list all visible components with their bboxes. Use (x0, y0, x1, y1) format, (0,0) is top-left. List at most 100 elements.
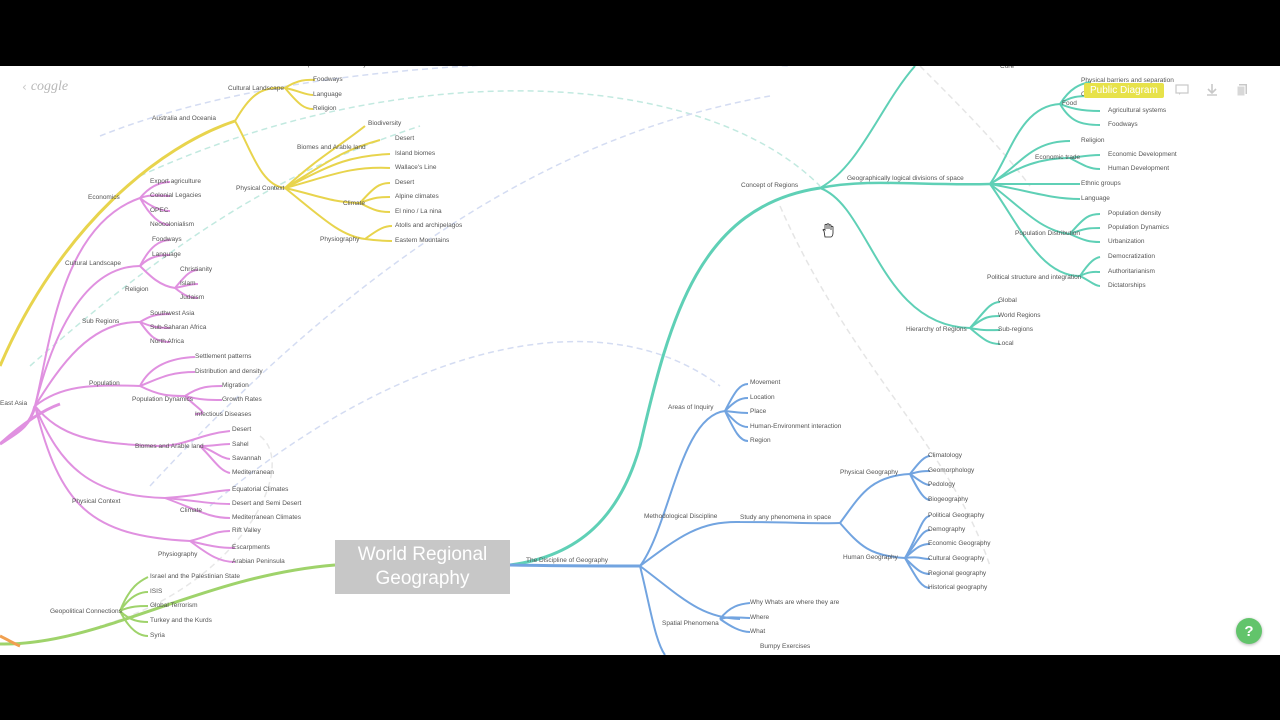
pink-node-label[interactable]: Judaism (180, 294, 204, 301)
blue-node-label[interactable]: Geomorphology (928, 467, 975, 474)
blue-node-label[interactable]: Physical Geography (840, 469, 899, 476)
mindmap-graph[interactable]: Australia and Oceania Cultural Landscape F… (0, 66, 1280, 655)
public-diagram-badge[interactable]: Public Diagram (1084, 83, 1164, 98)
pink-node-label[interactable]: Christianity (180, 266, 213, 273)
blue-node-label[interactable]: Regional geography (928, 570, 987, 577)
yellow-node-label[interactable]: Physiography (320, 236, 360, 243)
blue-node-label[interactable]: Climatology (928, 452, 963, 459)
pink-node-label[interactable]: Biomes and Arable land (135, 443, 204, 450)
comment-icon[interactable] (1173, 81, 1191, 99)
blue-node-label[interactable]: Study any phenomena in space (740, 514, 831, 521)
yellow-node-label[interactable]: Atolls and archipelagos (395, 222, 463, 229)
pink-node-label[interactable]: Sub Regions (82, 318, 120, 325)
pink-node-label[interactable]: Mediterranean (232, 469, 274, 476)
pink-node-label[interactable]: Savannah (232, 455, 262, 462)
blue-node-label[interactable]: Spatial Phenomena (662, 620, 719, 627)
teal-node-label[interactable]: Population density (1108, 210, 1162, 217)
green-node-label[interactable]: Israel and the Palestinian State (150, 573, 240, 580)
pink-node-label[interactable]: Foodways (152, 236, 182, 243)
yellow-node-label[interactable]: Foodways (313, 76, 343, 83)
pink-node-label[interactable]: Colonial Legacies (150, 192, 202, 199)
teal-node-label[interactable]: Democratization (1108, 253, 1155, 260)
yellow-node-label[interactable]: Island biomes (395, 150, 436, 157)
teal-node-label[interactable]: Local (998, 340, 1014, 347)
teal-node-label[interactable]: Urbanization (1108, 238, 1145, 245)
teal-node-label[interactable]: Religion (1081, 137, 1105, 144)
pink-node-label[interactable]: Religion (125, 286, 149, 293)
pink-node-label[interactable]: Islam (180, 280, 196, 287)
blue-node-label[interactable]: Bumpy Exercises (760, 643, 811, 650)
pink-node-label[interactable]: Mediterranean Climates (232, 514, 302, 521)
pink-node-label[interactable]: Population Dynamics (132, 396, 194, 403)
teal-node-label[interactable]: The Discipline of Geography (526, 557, 609, 564)
yellow-node-label[interactable]: Desert (395, 179, 414, 186)
help-button[interactable]: ? (1236, 618, 1262, 644)
copy-icon[interactable] (1233, 81, 1251, 99)
teal-node-label[interactable]: Concept of Regions (741, 182, 799, 189)
pink-node-label[interactable]: Export agriculture (150, 178, 201, 185)
yellow-node-label[interactable]: Export and Biodiversity (300, 66, 367, 68)
teal-node-label[interactable]: Population Distribution (1015, 230, 1080, 237)
teal-node-label[interactable]: Foodways (1108, 121, 1138, 128)
pink-node-label[interactable]: Escarpments (232, 544, 271, 551)
pink-node-label[interactable]: Sub-Saharan Africa (150, 324, 207, 331)
teal-node-label[interactable]: Economic Development (1108, 151, 1177, 158)
green-node-label[interactable]: Syria (150, 632, 165, 639)
download-icon[interactable] (1203, 81, 1221, 99)
pink-node-label[interactable]: Population (89, 380, 120, 387)
pink-node-label[interactable]: Physiography (158, 551, 198, 558)
blue-node-label[interactable]: Human-Environment interaction (750, 423, 842, 430)
back-chevron-icon[interactable]: ‹ (22, 80, 27, 94)
blue-node-label[interactable]: Region (750, 437, 771, 444)
blue-node-label[interactable]: Cultural Geography (928, 555, 985, 562)
pink-node-label[interactable]: Neocolonialism (150, 221, 194, 228)
blue-node-label[interactable]: Methodological Discipline (644, 513, 718, 520)
yellow-node-label[interactable]: Cultural Landscape (228, 85, 284, 92)
yellow-node-label[interactable]: Biodiversity (368, 120, 402, 127)
teal-node-label[interactable]: Food (1062, 100, 1077, 107)
pink-node-label[interactable]: Climate (180, 507, 202, 514)
yellow-node-label[interactable]: Physical Context (236, 185, 285, 192)
pink-node-label[interactable]: Arabian Peninsula (232, 558, 285, 565)
teal-node-label[interactable]: Hierarchy of Regions (906, 326, 967, 333)
teal-node-label[interactable]: Dictatorships (1108, 282, 1146, 289)
green-node-label[interactable]: Geopolitical Connections (50, 608, 123, 615)
pink-node-label[interactable]: Desert and Semi Desert (232, 500, 302, 507)
pink-node-label[interactable]: Desert (232, 426, 251, 433)
blue-node-label[interactable]: Place (750, 408, 767, 415)
pink-node-label[interactable]: Rift Valley (232, 527, 262, 534)
green-node-label[interactable]: Turkey and the Kurds (150, 617, 213, 624)
pink-node-label[interactable]: Physical Context (72, 498, 121, 505)
teal-node-label[interactable]: Geographically logical divisions of spac… (847, 175, 964, 182)
pink-node-label[interactable]: Infectious Diseases (195, 411, 252, 418)
pink-node-label[interactable]: Language (152, 251, 181, 258)
yellow-node-label[interactable]: Alpine climates (395, 193, 439, 200)
teal-node-label[interactable]: Population Dynamics (1108, 224, 1170, 231)
blue-node-label[interactable]: Where (750, 614, 770, 621)
teal-node-label[interactable]: Ethnic groups (1081, 180, 1121, 187)
pink-node-label[interactable]: OPEC (150, 207, 169, 214)
pink-node-label[interactable]: East Asia (0, 400, 27, 407)
blue-node-label[interactable]: Why Whats are where they are (750, 599, 840, 606)
teal-node-label[interactable]: Human Development (1108, 165, 1169, 172)
pink-node-label[interactable]: North Africa (150, 338, 184, 345)
yellow-node-label[interactable]: Religion (313, 105, 337, 112)
teal-node-label[interactable]: Global (998, 297, 1017, 304)
blue-node-label[interactable]: Pedology (928, 481, 956, 488)
yellow-node-label[interactable]: Language (313, 91, 342, 98)
blue-node-label[interactable]: What (750, 628, 765, 635)
green-node-label[interactable]: Global Terrorism (150, 602, 198, 609)
pink-node-label[interactable]: Sahel (232, 441, 249, 448)
blue-node-label[interactable]: Areas of Inquiry (668, 404, 714, 411)
yellow-node-label[interactable]: Climate (343, 200, 365, 207)
blue-node-label[interactable]: Biogeography (928, 496, 969, 503)
teal-node-label[interactable]: Core (1000, 66, 1014, 70)
pink-node-label[interactable]: Economics (88, 194, 121, 201)
yellow-node-label[interactable]: Wallace's Line (395, 164, 437, 171)
teal-node-label[interactable]: Language (1081, 195, 1110, 202)
pink-node-label[interactable]: Settlement patterns (195, 353, 252, 360)
pink-node-label[interactable]: Distribution and density (195, 368, 263, 375)
yellow-node-label[interactable]: El nino / La nina (395, 208, 442, 215)
pink-node-label[interactable]: Growth Rates (222, 396, 262, 403)
root-node[interactable]: World Regional Geography (335, 540, 510, 594)
